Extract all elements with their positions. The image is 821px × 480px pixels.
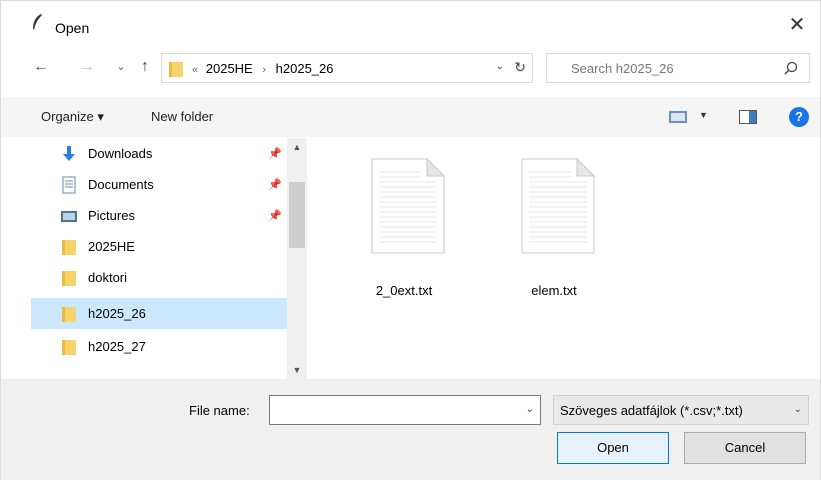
breadcrumb-item-2025he[interactable]: 2025HE (206, 61, 253, 76)
help-icon: ? (795, 109, 803, 124)
chevron-down-icon[interactable]: ⌄ (794, 404, 802, 415)
sidebar-item-documents[interactable]: Documents 📌 (31, 169, 287, 200)
view-options-dropdown-icon[interactable]: ▼ (699, 110, 708, 120)
search-input[interactable]: Search h2025_26 (571, 61, 674, 76)
nav-scrollbar[interactable]: ▲ ▼ (287, 138, 307, 379)
file-item[interactable]: elem.txt (499, 138, 609, 298)
breadcrumb-separator-icon[interactable]: › (262, 64, 266, 76)
folder-icon (62, 340, 76, 355)
pin-icon: 📌 (268, 210, 282, 222)
sidebar-item-h2025-26[interactable]: h2025_26 (31, 298, 287, 329)
recent-locations-button[interactable]: ⌄ (111, 57, 131, 77)
up-button[interactable]: ↑ (135, 57, 155, 77)
pin-icon: 📌 (268, 148, 282, 160)
sidebar-item-label: h2025_27 (88, 339, 146, 354)
chevron-down-icon: ⌄ (116, 61, 126, 73)
breadcrumb-overflow[interactable]: « (192, 64, 198, 76)
title-bar: Open ✕ (1, 1, 820, 39)
sidebar-item-h2025-27[interactable]: h2025_27 (31, 331, 287, 362)
file-name: 2_0ext.txt (375, 283, 433, 298)
text-file-icon (521, 158, 595, 254)
sidebar-item-doktori[interactable]: doktori (31, 262, 287, 293)
dialog-footer: File name: ⌄ Szöveges adatfájlok (*.csv;… (1, 379, 820, 480)
sidebar-item-label: 2025HE (88, 239, 135, 254)
change-view-icon[interactable] (669, 111, 687, 123)
arrow-left-icon: ← (33, 58, 49, 75)
organize-button[interactable]: Organize ▾ (41, 109, 104, 125)
new-folder-button[interactable]: New folder (151, 109, 213, 124)
close-icon: ✕ (788, 14, 806, 36)
file-list: 2_0ext.txt elem.txt (311, 138, 811, 379)
chevron-down-icon[interactable]: ⌄ (526, 404, 534, 415)
folder-icon (62, 307, 76, 322)
address-dropdown-icon[interactable]: ⌄ (496, 61, 504, 72)
scroll-down-icon[interactable]: ▼ (287, 361, 307, 379)
text-file-icon (371, 158, 445, 254)
sidebar-item-label: h2025_26 (88, 306, 146, 321)
open-file-dialog: Open ✕ ← → ⌄ ↑ « 2025HE › h2025_26 ⌄ ↻ S… (0, 0, 821, 480)
breadcrumb-item-h2025-26[interactable]: h2025_26 (276, 61, 334, 76)
file-type-select[interactable]: Szöveges adatfájlok (*.csv;*.txt) ⌄ (553, 395, 809, 425)
folder-icon (169, 62, 183, 77)
refresh-icon[interactable]: ↻ (514, 59, 526, 76)
sidebar-item-label: doktori (88, 270, 128, 285)
preview-pane-icon[interactable] (739, 110, 757, 124)
feather-icon (33, 14, 42, 30)
help-button[interactable]: ? (789, 107, 809, 127)
dialog-title: Open (55, 20, 90, 36)
scroll-up-icon[interactable]: ▲ (287, 138, 307, 156)
arrow-up-icon: ↑ (141, 58, 149, 75)
forward-button[interactable]: → (77, 57, 97, 77)
breadcrumb: « 2025HE › h2025_26 (192, 61, 334, 76)
folder-icon (62, 240, 76, 255)
sidebar-item-downloads[interactable]: Downloads 📌 (31, 138, 287, 169)
address-row: ← → ⌄ ↑ « 2025HE › h2025_26 ⌄ ↻ Search h… (1, 53, 820, 83)
file-name-field[interactable]: ⌄ (269, 395, 541, 425)
file-item[interactable]: 2_0ext.txt (349, 138, 459, 298)
file-name: elem.txt (531, 283, 577, 298)
navigation-pane: Downloads 📌 Documents 📌 Pictures 📌 2025H… (31, 138, 307, 379)
documents-icon (62, 176, 76, 194)
arrow-right-icon: → (79, 58, 95, 75)
downloads-icon (63, 146, 75, 161)
open-button[interactable]: Open (557, 432, 669, 464)
sidebar-item-label: Downloads (88, 146, 153, 161)
folder-icon (62, 271, 76, 286)
command-bar: Organize ▾ New folder ▼ ? (1, 97, 820, 137)
file-name-label: File name: (189, 403, 250, 418)
address-bar[interactable]: « 2025HE › h2025_26 ⌄ ↻ (161, 53, 533, 83)
scrollbar-thumb[interactable] (289, 182, 305, 248)
file-type-value: Szöveges adatfájlok (*.csv;*.txt) (560, 403, 743, 418)
pictures-icon (61, 211, 77, 222)
sidebar-item-pictures[interactable]: Pictures 📌 (31, 200, 287, 231)
search-box[interactable]: Search h2025_26 (546, 53, 810, 83)
close-button[interactable]: ✕ (774, 11, 820, 39)
search-icon[interactable] (783, 60, 799, 76)
back-button[interactable]: ← (31, 57, 51, 77)
cancel-button[interactable]: Cancel (684, 432, 806, 464)
sidebar-item-label: Pictures (88, 208, 135, 223)
pin-icon: 📌 (268, 179, 282, 191)
sidebar-item-label: Documents (88, 177, 154, 192)
sidebar-item-2025he[interactable]: 2025HE (31, 231, 287, 262)
